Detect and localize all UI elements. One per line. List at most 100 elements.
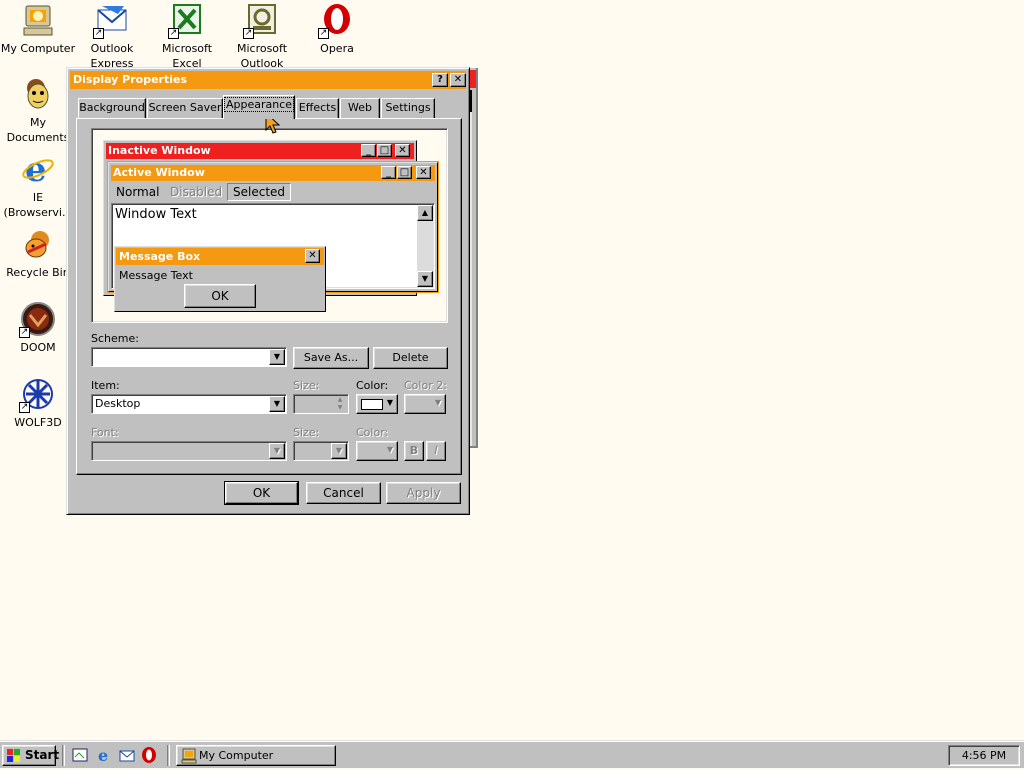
scheme-dropdown[interactable]: ▼ <box>91 347 287 367</box>
tab-background[interactable]: Background <box>78 98 146 118</box>
cancel-label: Cancel <box>323 486 364 500</box>
ie-icon: e <box>20 150 56 190</box>
start-button[interactable]: Start <box>2 745 60 766</box>
desktop-icon-label: My Documents <box>6 116 70 144</box>
desktop-icon-label: WOLF3D <box>14 416 62 429</box>
show-desktop-icon[interactable] <box>72 747 88 763</box>
bold-button: B <box>404 441 424 461</box>
tab-web[interactable]: Web <box>340 98 380 118</box>
delete-button[interactable]: Delete <box>373 347 448 369</box>
ok-button[interactable]: OK <box>224 481 299 505</box>
save-as-button[interactable]: Save As... <box>293 347 369 369</box>
dialog-titlebar[interactable]: Display Properties ? ✕ <box>70 71 466 89</box>
desktop-icon-outlook-express[interactable]: ↗ Outlook Express <box>74 2 150 71</box>
font-dropdown: ▼ <box>91 441 287 461</box>
ie-icon[interactable]: e <box>96 746 112 765</box>
preview-scrollbar: ▲ ▼ <box>417 205 433 287</box>
font-label: Font: <box>91 426 119 439</box>
desktop-icon-opera[interactable]: ↗ Opera <box>299 2 375 56</box>
item-size-spinner: ▲ ▼ <box>293 394 349 414</box>
desktop-icon-label: Recycle Bin <box>6 266 70 279</box>
outlook-express-icon[interactable] <box>119 747 135 763</box>
tab-screen-saver[interactable]: Screen Saver <box>147 98 223 118</box>
scheme-preview[interactable]: Inactive Window _ □ ✕ Active Window _ □ … <box>91 128 448 323</box>
preview-active-title: Active Window <box>113 166 205 179</box>
maximize-icon: □ <box>397 166 412 179</box>
desktop-icon-my-computer[interactable]: My Computer <box>0 2 76 56</box>
help-button[interactable]: ? <box>432 73 448 87</box>
preview-active-titlebar: Active Window _ □ ✕ <box>111 165 435 181</box>
preview-ok-button: OK <box>184 284 256 308</box>
close-icon: ✕ <box>416 166 431 179</box>
my-documents-icon <box>20 76 56 112</box>
shortcut-arrow-icon: ↗ <box>243 28 254 39</box>
close-icon: ✕ <box>305 249 320 263</box>
desktop-icon-recycle-bin[interactable]: Recycle Bin <box>0 226 76 280</box>
chevron-down-icon: ▼ <box>386 445 393 454</box>
shortcut-arrow-icon: ↗ <box>93 28 104 39</box>
chevron-down-icon[interactable]: ▼ <box>269 396 285 412</box>
clock[interactable]: 4:56 PM <box>962 749 1006 762</box>
system-tray: 4:56 PM <box>948 745 1020 766</box>
desktop-icon-label: IE (Browservi... <box>3 191 73 219</box>
chevron-down-icon: ▼ <box>269 443 285 459</box>
outlook-icon: ↗ <box>243 2 280 39</box>
shortcut-arrow-icon: ↗ <box>168 28 179 39</box>
start-label: Start <box>25 748 60 762</box>
chevron-down-icon[interactable]: ▼ <box>269 349 285 365</box>
preview-menu-disabled: Disabled <box>170 185 223 199</box>
chevron-down-icon: ▼ <box>331 443 347 459</box>
desktop-icon-ie[interactable]: e IE (Browservi... <box>0 150 76 220</box>
font-size-dropdown: ▼ <box>293 441 349 461</box>
desktop-icon-outlook[interactable]: ↗ Microsoft Outlook <box>224 2 300 71</box>
font-color-picker: ▼ <box>356 441 398 461</box>
font-color-label: Color: <box>356 426 389 439</box>
tab-appearance[interactable]: Appearance <box>223 95 295 119</box>
taskbar: Start e My Computer 4:56 PM <box>0 740 1024 768</box>
taskbar-separator <box>62 745 65 766</box>
item-dropdown[interactable]: Desktop ▼ <box>91 394 287 414</box>
scheme-label-text: Scheme: <box>91 332 139 345</box>
opera-icon[interactable] <box>141 747 157 763</box>
spin-buttons: ▲ ▼ <box>337 396 343 411</box>
scroll-down-icon: ▼ <box>417 271 433 287</box>
tab-label: Effects <box>298 101 337 114</box>
scheme-label: Scheme: <box>91 332 139 345</box>
shortcut-arrow-icon: ↗ <box>19 402 30 413</box>
minimize-icon: _ <box>381 166 396 179</box>
item-color-swatch <box>361 399 383 410</box>
item-color-label: Color: <box>356 379 389 392</box>
item-label-text: Item: <box>91 379 120 392</box>
cancel-button[interactable]: Cancel <box>306 482 381 504</box>
item-color2-picker: ▼ <box>404 394 446 414</box>
desktop-icon-wolf3d[interactable]: ↗ WOLF3D <box>0 376 76 430</box>
item-color-picker[interactable]: ▼ <box>356 394 398 414</box>
tab-label: Screen Saver <box>148 101 222 114</box>
italic-button: I <box>426 441 446 461</box>
windows-logo-icon <box>7 749 21 762</box>
close-icon: ✕ <box>395 144 410 157</box>
tab-effects[interactable]: Effects <box>296 98 339 118</box>
maximize-icon: □ <box>377 144 392 157</box>
item-label: Item: <box>91 379 120 392</box>
desktop-icon-label: Opera <box>320 42 354 55</box>
taskbar-task-my-computer[interactable]: My Computer <box>176 745 336 766</box>
bold-label: B <box>409 444 419 457</box>
outlook-express-icon: ↗ <box>93 2 130 39</box>
close-icon: ✕ <box>453 74 463 85</box>
desktop-icon-doom[interactable]: ↗ DOOM <box>0 301 76 355</box>
tab-label: Appearance <box>223 97 295 112</box>
my-computer-icon <box>181 748 197 764</box>
tab-label: Settings <box>385 101 431 114</box>
delete-label: Delete <box>392 351 429 364</box>
save-as-label: Save As... <box>303 351 359 364</box>
close-button[interactable]: ✕ <box>450 73 466 87</box>
tab-settings[interactable]: Settings <box>381 98 435 118</box>
preview-menu-selected: Selected <box>227 183 292 201</box>
italic-label: I <box>434 444 438 457</box>
item-color2-label: Color 2: <box>404 379 447 392</box>
item-size-label: Size: <box>293 379 320 392</box>
desktop-icon-my-documents[interactable]: My Documents <box>0 76 76 145</box>
desktop-icon-excel[interactable]: ↗ Microsoft Excel <box>149 2 225 71</box>
desktop-icon-label: My Computer <box>0 42 76 55</box>
